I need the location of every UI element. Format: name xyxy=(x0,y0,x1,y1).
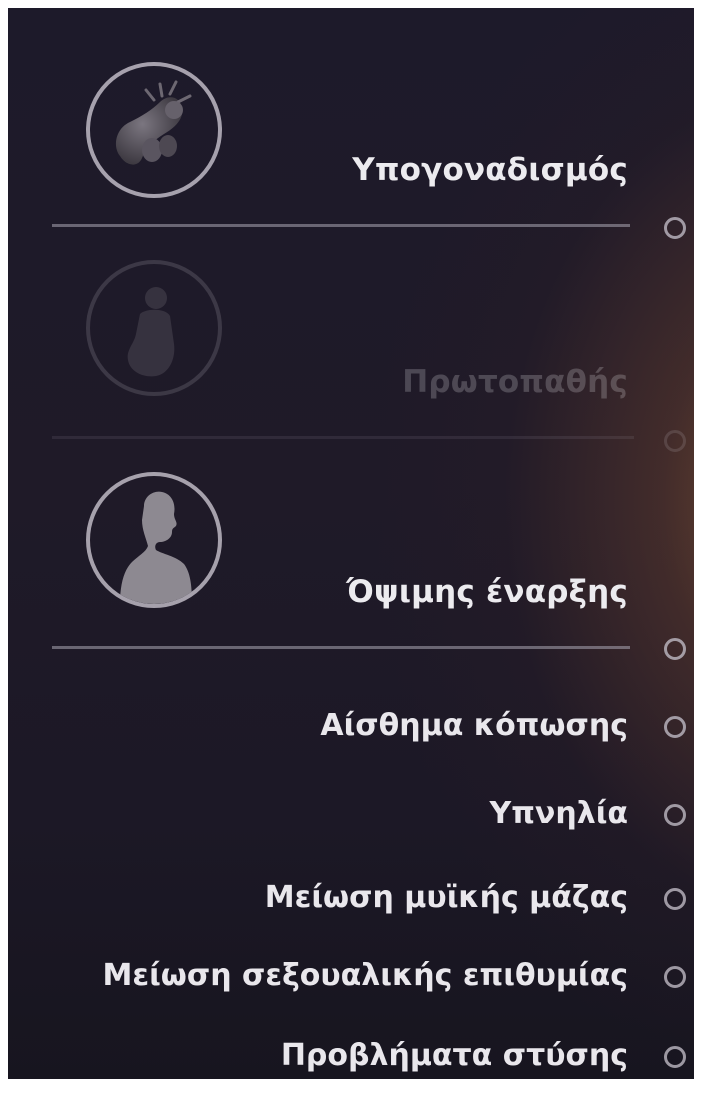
symptom-item-fatigue[interactable]: Αίσθημα κόπωσης xyxy=(8,702,694,752)
symptom-label: Μείωση μυϊκής μάζας xyxy=(264,880,628,915)
radio-hypogonadism[interactable] xyxy=(664,217,686,239)
symptom-label: Μείωση σεξουαλικής επιθυμίας xyxy=(102,958,628,993)
symptom-item-drowsiness[interactable]: Υπνηλία xyxy=(8,790,694,840)
divider xyxy=(52,436,634,439)
symptom-label: Προβλήματα στύσης xyxy=(280,1038,628,1073)
divider xyxy=(52,224,630,227)
man-silhouette-icon xyxy=(86,472,222,608)
radio-erectile[interactable] xyxy=(664,1046,686,1068)
symptom-item-erectile[interactable]: Προβλήματα στύσης xyxy=(8,1032,694,1079)
selection-panel: Υπογοναδισμός Πρωτοπαθής Όψιμης έναρξης … xyxy=(8,8,694,1079)
section-label: Υπογοναδισμός xyxy=(352,152,628,188)
radio-libido[interactable] xyxy=(664,966,686,988)
section-label: Όψιμης έναρξης xyxy=(346,574,628,610)
symptom-label: Υπνηλία xyxy=(489,796,628,831)
radio-drowsiness[interactable] xyxy=(664,804,686,826)
anatomy-icon xyxy=(86,62,222,198)
symptom-item-libido[interactable]: Μείωση σεξουαλικής επιθυμίας xyxy=(8,952,694,1002)
radio-late-onset[interactable] xyxy=(664,638,686,660)
symptom-label: Αίσθημα κόπωσης xyxy=(320,708,628,743)
section-label: Πρωτοπαθής xyxy=(402,364,628,400)
child-silhouette-icon xyxy=(86,260,222,396)
section-primary[interactable]: Πρωτοπαθής xyxy=(8,246,694,452)
radio-muscle-loss[interactable] xyxy=(664,888,686,910)
section-hypogonadism[interactable]: Υπογοναδισμός xyxy=(8,8,694,239)
divider xyxy=(52,646,630,649)
symptom-item-muscle-loss[interactable]: Μείωση μυϊκής μάζας xyxy=(8,874,694,924)
section-late-onset[interactable]: Όψιμης έναρξης xyxy=(8,448,694,668)
radio-fatigue[interactable] xyxy=(664,716,686,738)
